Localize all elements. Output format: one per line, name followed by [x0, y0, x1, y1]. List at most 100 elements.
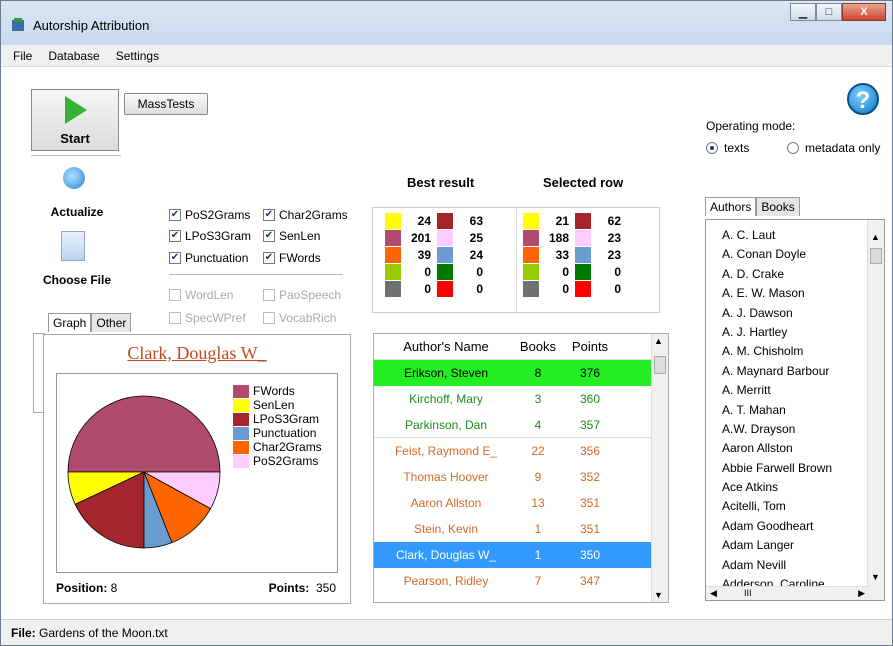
- author-name-cell: Thomas Hoover: [403, 470, 489, 484]
- legend-item: PoS2Grams: [233, 454, 322, 468]
- scroll-down-icon[interactable]: ▼: [871, 572, 880, 582]
- scroll-left-icon[interactable]: ◀: [710, 588, 717, 599]
- color-swatch: [523, 229, 539, 246]
- author-list-item[interactable]: A. D. Crake: [706, 267, 884, 286]
- scroll-thumb-icon[interactable]: III: [744, 588, 752, 598]
- table-row[interactable]: Feist, Raymond E_ 22 356: [374, 438, 668, 464]
- help-icon[interactable]: ?: [847, 83, 879, 115]
- authors-scrollbar[interactable]: ▲ ▼: [867, 220, 884, 600]
- author-list-item[interactable]: Ace Atkins: [706, 480, 884, 499]
- checkbox-wordlen[interactable]: WordLen: [169, 288, 233, 302]
- table-row[interactable]: Erikson, Steven 8 376: [374, 360, 668, 386]
- table-row[interactable]: Aaron Allston 13 351: [374, 490, 668, 516]
- feature-value: 0: [562, 281, 569, 296]
- feature-value-row: 201 25: [385, 229, 489, 246]
- scroll-thumb[interactable]: [654, 356, 666, 374]
- authors-list[interactable]: A. C. Laut A. Conan Doyle A. D. Crake A. E.…: [705, 219, 885, 601]
- menu-file[interactable]: File: [5, 49, 40, 63]
- author-list-item[interactable]: A. C. Laut: [706, 228, 884, 247]
- chart-legend: FWords SenLen LPoS3Gram Punctuation Char2Gra…: [233, 384, 322, 468]
- tab-other[interactable]: Other: [91, 313, 132, 332]
- table-row[interactable]: Clark, Douglas W_ 1 350: [374, 542, 668, 568]
- table-row[interactable]: King, J Robert1346: [374, 594, 668, 602]
- author-list-item[interactable]: A. M. Chisholm: [706, 344, 884, 363]
- legend-item: SenLen: [233, 398, 322, 412]
- authors-hscrollbar[interactable]: ◀ III ▶: [706, 586, 869, 600]
- checkbox-pos2grams[interactable]: ✔ PoS2Grams: [169, 208, 250, 222]
- table-row[interactable]: Stein, Kevin 1 351: [374, 516, 668, 542]
- table-row[interactable]: Parkinson, Dan 4 357: [374, 412, 668, 438]
- start-button[interactable]: Start: [31, 89, 119, 151]
- table-row[interactable]: Pearson, Ridley 7 347: [374, 568, 668, 594]
- author-list-item[interactable]: Abbie Farwell Brown: [706, 461, 884, 480]
- scroll-up-icon[interactable]: ▲: [871, 232, 880, 242]
- table-row[interactable]: Kirchoff, Mary 3 360: [374, 386, 668, 412]
- checkbox-lpos3gram[interactable]: ✔ LPoS3Gram: [169, 229, 251, 243]
- refresh-icon[interactable]: [63, 167, 85, 189]
- position-readout: Position: 8: [56, 581, 118, 595]
- checkbox-punctuation[interactable]: ✔ Punctuation: [169, 251, 248, 265]
- col-books[interactable]: Books: [518, 339, 558, 354]
- author-list-item[interactable]: Adam Goodheart: [706, 519, 884, 538]
- author-list-item[interactable]: A. J. Hartley: [706, 325, 884, 344]
- books-cell: 7: [534, 574, 542, 588]
- feature-value: 24: [469, 247, 483, 262]
- color-swatch: [523, 263, 539, 280]
- author-list-item[interactable]: A. T. Mahan: [706, 403, 884, 422]
- author-list-item[interactable]: Aaron Allston: [706, 441, 884, 460]
- books-cell: 4: [534, 417, 542, 432]
- author-list-item[interactable]: A. J. Dawson: [706, 306, 884, 325]
- results-table[interactable]: Author's Name Books Points Erikson, Stev…: [373, 333, 669, 603]
- author-list-item[interactable]: Acitelli, Tom: [706, 499, 884, 518]
- menu-settings[interactable]: Settings: [108, 49, 167, 63]
- author-list-item[interactable]: Adam Langer: [706, 538, 884, 557]
- scroll-thumb[interactable]: [870, 248, 882, 264]
- checkbox-senlen[interactable]: ✔ SenLen: [263, 229, 320, 243]
- radio-selected-icon: [706, 142, 718, 154]
- radio-metadata-only[interactable]: metadata only: [787, 141, 880, 155]
- author-list-item[interactable]: A.W. Drayson: [706, 422, 884, 441]
- feature-value: 24: [417, 213, 431, 228]
- radio-texts[interactable]: texts: [706, 141, 749, 155]
- scroll-right-icon[interactable]: ▶: [858, 588, 865, 599]
- tab-authors[interactable]: Authors: [705, 197, 757, 216]
- author-list-item[interactable]: A. Maynard Barbour: [706, 364, 884, 383]
- actualize-button[interactable]: Actualize: [39, 205, 115, 219]
- menu-database[interactable]: Database: [40, 49, 107, 63]
- minimize-button[interactable]: ▁: [790, 3, 816, 21]
- author-list-item[interactable]: A. Conan Doyle: [706, 247, 884, 266]
- books-cell: 13: [531, 496, 545, 510]
- checkbox-vocabrich[interactable]: VocabRich: [263, 311, 336, 325]
- tab-books[interactable]: Books: [756, 197, 800, 216]
- author-name-cell: Kirchoff, Mary: [409, 392, 483, 406]
- feature-value-row: 00: [385, 280, 489, 297]
- scroll-up-icon[interactable]: ▲: [654, 336, 663, 346]
- close-button[interactable]: X: [842, 3, 886, 21]
- file-icon[interactable]: [61, 231, 85, 261]
- masstests-button[interactable]: MassTests: [124, 93, 208, 115]
- radio-icon: [787, 142, 799, 154]
- check-icon: ✔: [169, 230, 181, 242]
- books-cell: 1: [534, 548, 542, 562]
- checkbox-fwords[interactable]: ✔ FWords: [263, 251, 321, 265]
- feature-value: 33: [555, 247, 569, 262]
- table-row[interactable]: Thomas Hoover 9 352: [374, 464, 668, 490]
- author-list-item[interactable]: A. E. W. Mason: [706, 286, 884, 305]
- color-swatch: [575, 280, 591, 297]
- tab-graph[interactable]: Graph: [48, 313, 92, 332]
- table-scrollbar[interactable]: ▲ ▼: [651, 334, 668, 602]
- scroll-down-icon[interactable]: ▼: [654, 590, 663, 600]
- checkbox-char2grams[interactable]: ✔ Char2Grams: [263, 208, 348, 222]
- col-author-name[interactable]: Author's Name: [374, 339, 518, 354]
- points-cell: 352: [579, 470, 601, 484]
- choose-file-button[interactable]: Choose File: [39, 273, 115, 287]
- author-list-item[interactable]: Adam Nevill: [706, 558, 884, 577]
- col-points[interactable]: Points: [558, 339, 622, 354]
- selected-row-values: 21 62 188 23 33 23 0 0 0 0: [523, 212, 627, 297]
- status-label: File:: [11, 626, 36, 640]
- checkbox-specwpref[interactable]: SpecWPref: [169, 311, 246, 325]
- author-list-item[interactable]: A. Merritt: [706, 383, 884, 402]
- checkbox-paospeech[interactable]: PaoSpeech: [263, 288, 341, 302]
- maximize-button[interactable]: □: [816, 3, 842, 21]
- divider: [31, 155, 121, 156]
